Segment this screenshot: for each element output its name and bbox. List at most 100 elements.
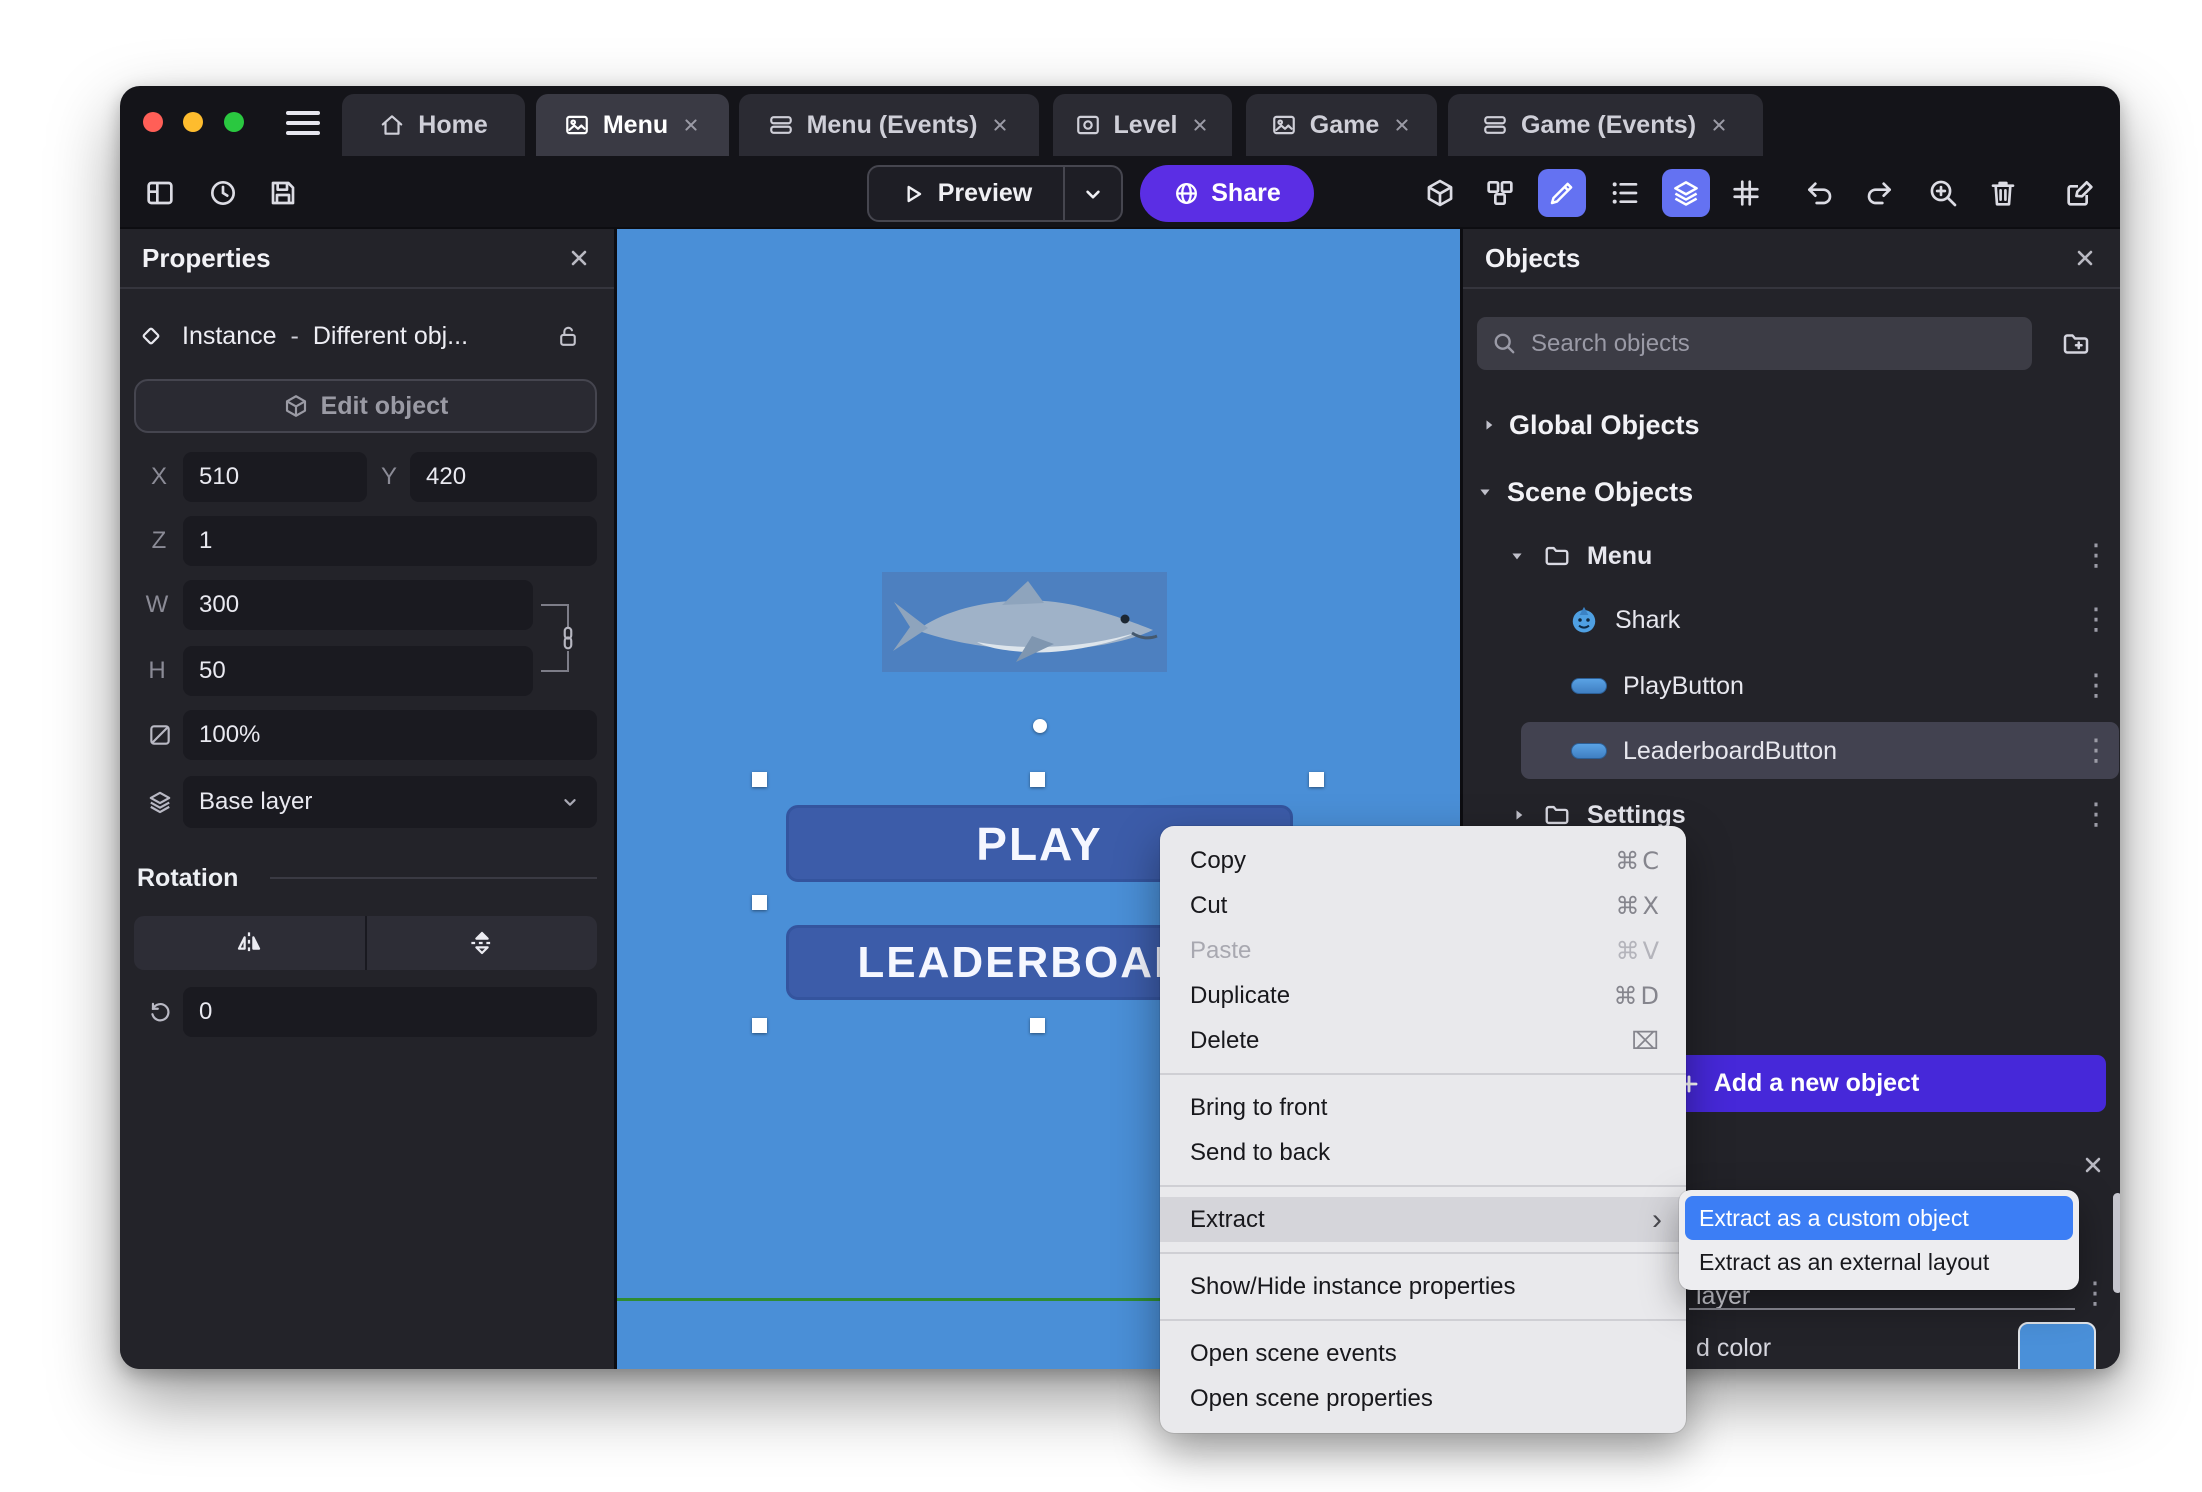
y-label: Y: [380, 463, 397, 490]
scene-objects-row[interactable]: Scene Objects: [1463, 470, 2120, 514]
close-subpanel-icon[interactable]: [2080, 1152, 2106, 1178]
object-row-shark[interactable]: Shark: [1463, 598, 2120, 642]
edit-mode-icon[interactable]: [1538, 169, 1586, 217]
height-input[interactable]: 50: [183, 646, 533, 696]
redo-icon[interactable]: [1855, 169, 1903, 217]
object-row-leaderboardbutton[interactable]: LeaderboardButton: [1463, 729, 2120, 773]
search-objects-input[interactable]: [1477, 317, 2032, 370]
object-row-playbutton[interactable]: PlayButton: [1463, 664, 2120, 708]
edit-scene-icon[interactable]: [2056, 169, 2104, 217]
close-tab-icon[interactable]: [990, 115, 1010, 135]
instance-properties-icon[interactable]: [1600, 169, 1648, 217]
menu-item-bring-to-front[interactable]: Bring to front: [1160, 1085, 1686, 1130]
link-wh-icon[interactable]: [555, 625, 581, 651]
traffic-light-close[interactable]: [143, 112, 163, 132]
more-options-icon[interactable]: ⋮: [2081, 793, 2111, 837]
selection-handle[interactable]: [752, 772, 767, 787]
rotation-input[interactable]: 0: [183, 987, 597, 1037]
layers-icon[interactable]: [1662, 169, 1710, 217]
delete-icon[interactable]: [1979, 169, 2027, 217]
tab-menu[interactable]: Menu: [536, 94, 729, 156]
rotate-handle[interactable]: [1033, 719, 1047, 733]
opacity-input[interactable]: 100%: [183, 710, 597, 760]
close-tab-icon[interactable]: [1392, 115, 1412, 135]
zoom-icon[interactable]: [1919, 169, 1967, 217]
flip-horizontal-icon: [238, 931, 261, 955]
edit-object-button[interactable]: Edit object: [134, 379, 597, 433]
close-tab-icon[interactable]: [1190, 115, 1210, 135]
traffic-light-minimize[interactable]: [183, 112, 203, 132]
more-options-icon[interactable]: ⋮: [2081, 598, 2111, 642]
close-tab-icon[interactable]: [681, 115, 701, 135]
caret-down-icon[interactable]: [1475, 482, 1495, 502]
selection-handle[interactable]: [752, 895, 767, 910]
share-button[interactable]: Share: [1140, 165, 1314, 222]
menu-item-send-to-back[interactable]: Send to back: [1160, 1130, 1686, 1175]
hamburger-menu-icon[interactable]: [286, 111, 320, 135]
menu-item-show-hide-instance-properties[interactable]: Show/Hide instance properties: [1160, 1264, 1686, 1309]
project-panels-icon[interactable]: [136, 169, 184, 217]
shark-object-icon: [1572, 606, 1596, 633]
tab-game[interactable]: Game: [1246, 94, 1437, 156]
menu-item-copy[interactable]: Copy ⌘C: [1160, 838, 1686, 883]
caret-down-icon[interactable]: [1507, 546, 1527, 566]
global-objects-row[interactable]: Global Objects: [1463, 403, 2120, 447]
width-input[interactable]: 300: [183, 580, 533, 630]
close-panel-icon[interactable]: [2072, 245, 2098, 271]
menu-item-extract[interactable]: Extract ›: [1160, 1197, 1686, 1242]
caret-right-icon[interactable]: [1509, 805, 1529, 825]
tab-menu-events[interactable]: Menu (Events): [739, 94, 1039, 156]
selection-handle[interactable]: [752, 1018, 767, 1033]
traffic-light-zoom[interactable]: [224, 112, 244, 132]
submenu-item-extract-external-layout[interactable]: Extract as an external layout: [1685, 1240, 2073, 1284]
shark-sprite[interactable]: [882, 572, 1167, 672]
menu-item-open-scene-events[interactable]: Open scene events: [1160, 1331, 1686, 1376]
selection-handle[interactable]: [1030, 1018, 1045, 1033]
preview-button[interactable]: Preview: [869, 167, 1063, 220]
save-icon[interactable]: [259, 169, 307, 217]
z-input[interactable]: 1: [183, 516, 597, 566]
selection-handle[interactable]: [1309, 772, 1324, 787]
3d-box-icon[interactable]: [1416, 169, 1464, 217]
play-button-text: PLAY: [976, 817, 1103, 870]
x-input[interactable]: 510: [183, 452, 367, 502]
add-folder-icon[interactable]: [2061, 329, 2091, 359]
layer-select[interactable]: Base layer: [183, 776, 597, 828]
tab-home[interactable]: Home: [342, 94, 525, 156]
more-options-icon[interactable]: ⋮: [2081, 664, 2111, 708]
history-icon[interactable]: [199, 169, 247, 217]
panel-title: Objects: [1485, 242, 1581, 273]
scrollbar[interactable]: [2113, 1193, 2120, 1293]
preview-split-button[interactable]: Preview: [867, 165, 1123, 222]
caret-right-icon[interactable]: [1479, 415, 1499, 435]
objects-group-icon[interactable]: [1476, 169, 1524, 217]
more-options-icon[interactable]: ⋮: [2080, 1272, 2110, 1316]
more-options-icon[interactable]: ⋮: [2081, 534, 2111, 578]
y-input[interactable]: 420: [410, 452, 597, 502]
folder-label: Menu: [1587, 541, 1653, 570]
editor-window: Home Menu Menu (Events) Level Game Game …: [120, 86, 2120, 1433]
preview-options-button[interactable]: [1065, 167, 1121, 220]
flip-vertical-button[interactable]: [367, 916, 598, 970]
selection-handle[interactable]: [1030, 772, 1045, 787]
grid-icon[interactable]: [1722, 169, 1770, 217]
more-options-icon[interactable]: ⋮: [2081, 729, 2111, 773]
menu-item-duplicate[interactable]: Duplicate ⌘D: [1160, 973, 1686, 1018]
events-sheet-icon: [1484, 116, 1506, 134]
undo-icon[interactable]: [1796, 169, 1844, 217]
background-color-swatch[interactable]: [2018, 1322, 2096, 1369]
submenu-item-extract-custom-object[interactable]: Extract as a custom object: [1685, 1196, 2073, 1240]
folder-row-menu[interactable]: Menu: [1463, 534, 2120, 578]
height-label: H: [148, 657, 166, 684]
tab-level[interactable]: Level: [1053, 94, 1232, 156]
lock-open-icon[interactable]: [556, 324, 581, 349]
tab-game-events[interactable]: Game (Events): [1448, 94, 1763, 156]
menu-item-cut[interactable]: Cut ⌘X: [1160, 883, 1686, 928]
close-tab-icon[interactable]: [1709, 115, 1729, 135]
flip-horizontal-button[interactable]: [134, 916, 365, 970]
shortcut: ⌘V: [1615, 936, 1662, 965]
menu-item-open-scene-properties[interactable]: Open scene properties: [1160, 1376, 1686, 1421]
menu-separator: [1160, 1252, 1686, 1254]
menu-item-delete[interactable]: Delete ⌧: [1160, 1018, 1686, 1063]
close-panel-icon[interactable]: [566, 245, 592, 271]
